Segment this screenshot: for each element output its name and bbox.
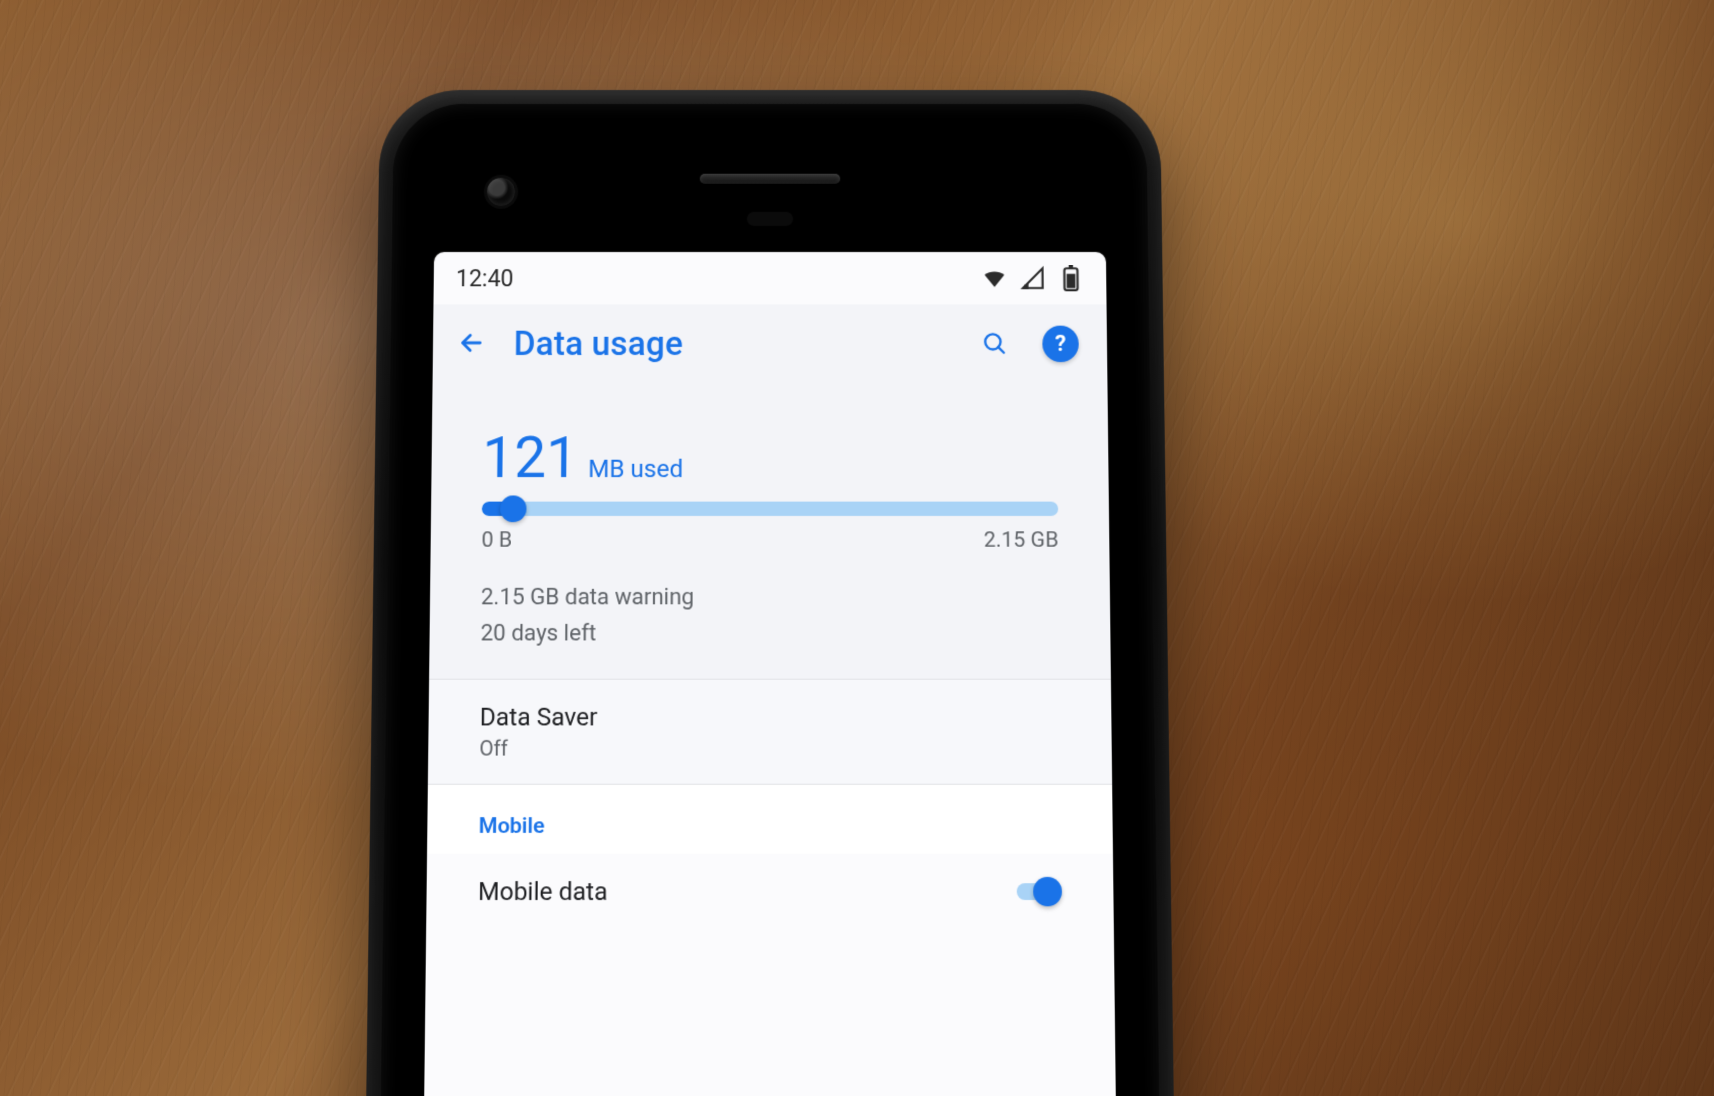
phone-frame: 12:40 [364,90,1177,1096]
status-time: 12:40 [456,265,514,292]
mobile-data-toggle[interactable] [1008,877,1062,906]
page-title: Data usage [514,324,684,363]
usage-progress [482,502,1058,516]
data-saver-status: Off [479,736,597,761]
back-button[interactable] [447,320,496,369]
wifi-icon [981,265,1007,291]
search-icon [981,329,1007,358]
usage-scale: 0 B 2.15 GB [481,528,1058,553]
data-saver-row[interactable]: Data Saver Off [428,680,1112,784]
status-icons [981,265,1084,291]
usage-summary[interactable]: 121 MB used 0 B 2.15 GB 2.15 GB [429,383,1111,679]
usage-progress-track [482,502,1058,516]
app-bar: Data usage ? [433,304,1108,383]
data-saver-title: Data Saver [480,703,598,732]
usage-progress-knob [500,495,527,522]
earpiece [700,174,840,184]
help-button[interactable]: ? [1036,320,1085,369]
help-icon: ? [1042,326,1079,362]
device-screen: 12:40 [423,252,1117,1096]
arrow-left-icon [458,329,485,358]
mobile-data-title: Mobile data [478,877,608,906]
phone-bezel: 12:40 [378,104,1161,1096]
usage-days-left: 20 days left [480,616,1059,652]
toggle-knob [1033,877,1062,906]
usage-amount-number: 121 [482,424,578,491]
battery-icon [1058,265,1084,291]
search-button[interactable] [970,320,1019,369]
usage-amount: 121 MB used [482,424,683,491]
sensor-pill [747,212,793,226]
usage-scale-max: 2.15 GB [984,528,1059,553]
status-bar: 12:40 [433,252,1106,304]
usage-amount-unit: MB used [588,455,683,484]
usage-warning-text: 2.15 GB data warning [481,580,1059,616]
front-camera [487,178,515,206]
cellular-signal-icon [1020,265,1046,291]
usage-scale-min: 0 B [481,528,512,553]
section-header-mobile: Mobile [427,785,1113,854]
mobile-data-row[interactable]: Mobile data [426,854,1114,930]
usage-notes: 2.15 GB data warning 20 days left [480,580,1059,653]
